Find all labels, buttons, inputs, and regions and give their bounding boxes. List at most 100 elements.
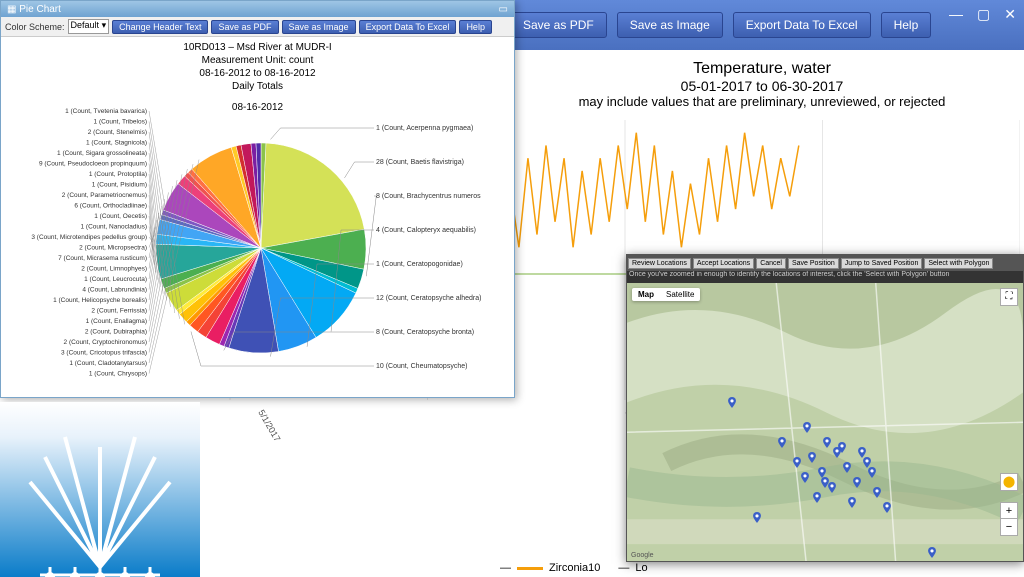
- map-canvas[interactable]: Map Satellite ⛶ ⬤ + − Google: [627, 283, 1023, 561]
- svg-text:1 (Count, Ceratopogonidae): 1 (Count, Ceratopogonidae): [376, 261, 463, 268]
- svg-text:1 (Count, Sigara grossolineata: 1 (Count, Sigara grossolineata): [57, 150, 147, 157]
- map-marker[interactable]: [801, 470, 809, 481]
- pie-chart-window: ▦ Pie Chart ▭ Color Scheme: Default ▾ Ch…: [0, 0, 515, 398]
- map-cancel-button[interactable]: Cancel: [756, 258, 786, 269]
- map-type-control[interactable]: Map Satellite: [632, 288, 700, 301]
- map-marker[interactable]: [868, 465, 876, 476]
- map-review-locations-button[interactable]: Review Locations: [628, 258, 691, 269]
- temp-daterange: 05-01-2017 to 06-30-2017: [500, 78, 1024, 94]
- map-marker[interactable]: [793, 455, 801, 466]
- svg-text:10 (Count, Cheumatopsyche): 10 (Count, Cheumatopsyche): [376, 363, 467, 370]
- map-marker[interactable]: [823, 435, 831, 446]
- map-select-with-polygon-button[interactable]: Select with Polygon: [924, 258, 993, 269]
- svg-text:3 (Count, Cricotopus trifascia: 3 (Count, Cricotopus trifascia): [61, 350, 147, 357]
- svg-text:1 (Count, Enallagma): 1 (Count, Enallagma): [86, 318, 147, 325]
- svg-text:8 (Count, Brachycentrus numero: 8 (Count, Brachycentrus numeros: [376, 193, 481, 200]
- pie-export-excel-button[interactable]: Export Data To Excel: [359, 20, 457, 34]
- zoom-control: + −: [1000, 502, 1018, 536]
- map-marker[interactable]: [778, 435, 786, 446]
- svg-text:1 (Count, Tvetenia bavarica): 1 (Count, Tvetenia bavarica): [65, 108, 147, 115]
- svg-text:28 (Count, Baetis flavistriga): 28 (Count, Baetis flavistriga): [376, 159, 464, 166]
- pegman-icon[interactable]: ⬤: [1000, 473, 1018, 491]
- pie-chart: 1 (Count, Acerpenna pygmaea) 28 (Count, B…: [1, 103, 516, 393]
- svg-text:7 (Count, Micrasema rusticum): 7 (Count, Micrasema rusticum): [58, 255, 147, 262]
- svg-text:2 (Count, Stenelmis): 2 (Count, Stenelmis): [88, 129, 147, 136]
- pie-save-image-button[interactable]: Save as Image: [282, 20, 356, 34]
- svg-text:4 (Count, Calopteryx aequabili: 4 (Count, Calopteryx aequabilis): [376, 227, 476, 234]
- map-attribution: Google: [631, 552, 654, 559]
- save-pdf-button[interactable]: Save as PDF: [510, 12, 607, 38]
- map-toolbar: Review LocationsAccept LocationsCancelSa…: [627, 255, 1023, 271]
- pie-help-button[interactable]: Help: [459, 20, 492, 34]
- close-icon[interactable]: ✕: [1004, 6, 1016, 23]
- map-marker[interactable]: [753, 510, 761, 521]
- svg-text:4 (Count, Labrundinia): 4 (Count, Labrundinia): [82, 287, 147, 294]
- change-header-button[interactable]: Change Header Text: [112, 20, 208, 34]
- map-marker[interactable]: [848, 495, 856, 506]
- minimize-icon[interactable]: ▭: [499, 4, 508, 15]
- svg-text:8 (Count, Ceratopsyche bronta): 8 (Count, Ceratopsyche bronta): [376, 329, 474, 336]
- svg-text:2 (Count, Parametriocnemus): 2 (Count, Parametriocnemus): [62, 192, 147, 199]
- zoom-out-button[interactable]: −: [1001, 519, 1017, 535]
- map-marker[interactable]: [873, 485, 881, 496]
- temp-disclaimer: may include values that are preliminary,…: [500, 94, 1024, 109]
- temp-title: Temperature, water: [500, 60, 1024, 78]
- map-marker[interactable]: [808, 450, 816, 461]
- pie-save-pdf-button[interactable]: Save as PDF: [211, 20, 278, 34]
- zoom-in-button[interactable]: +: [1001, 503, 1017, 519]
- help-button[interactable]: Help: [881, 12, 932, 38]
- svg-text:1 (Count, Helicopsyche boreali: 1 (Count, Helicopsyche borealis): [53, 297, 147, 304]
- app-logo: [0, 402, 200, 577]
- svg-text:6 (Count, Orthocladiinae): 6 (Count, Orthocladiinae): [74, 203, 147, 210]
- maximize-icon[interactable]: ▢: [977, 6, 990, 23]
- map-marker[interactable]: [828, 480, 836, 491]
- export-excel-button[interactable]: Export Data To Excel: [733, 12, 871, 38]
- svg-text:1 (Count, Leucrocuta): 1 (Count, Leucrocuta): [84, 276, 147, 283]
- svg-text:1 (Count, Acerpenna pygmaea): 1 (Count, Acerpenna pygmaea): [376, 125, 473, 132]
- svg-text:1 (Count, Tribelos): 1 (Count, Tribelos): [94, 119, 147, 126]
- temp-toolbar: Save as PDF Save as Image Export Data To…: [500, 0, 1024, 50]
- minimize-icon[interactable]: —: [949, 6, 963, 23]
- temp-legend: — Zirconia10 — Lo: [500, 562, 648, 574]
- map-marker[interactable]: [858, 445, 866, 456]
- save-image-button[interactable]: Save as Image: [617, 12, 723, 38]
- svg-text:12 (Count, Ceratopsyche alhedr: 12 (Count, Ceratopsyche alhedra): [376, 295, 481, 302]
- svg-text:2 (Count, Limnophyes): 2 (Count, Limnophyes): [81, 266, 147, 273]
- svg-text:9 (Count, Pseudocloeon propinq: 9 (Count, Pseudocloeon propinquum): [39, 161, 147, 168]
- map-marker[interactable]: [803, 420, 811, 431]
- color-scheme-select[interactable]: Default ▾: [68, 19, 110, 34]
- map-save-position-button[interactable]: Save Position: [788, 258, 839, 269]
- svg-text:2 (Count, Micropsectra): 2 (Count, Micropsectra): [79, 245, 147, 252]
- svg-text:1 (Count, Stagnicola): 1 (Count, Stagnicola): [86, 140, 147, 147]
- svg-text:1 (Count, Chrysops): 1 (Count, Chrysops): [89, 371, 147, 378]
- fullscreen-icon[interactable]: ⛶: [1000, 288, 1018, 306]
- map-hint: Once you've zoomed in enough to identify…: [627, 271, 1023, 283]
- svg-text:1 (Count, Cladotanytarsus): 1 (Count, Cladotanytarsus): [69, 360, 147, 367]
- svg-text:1 (Count, Oecetis): 1 (Count, Oecetis): [94, 213, 147, 220]
- pie-toolbar: Color Scheme: Default ▾ Change Header Te…: [1, 17, 514, 37]
- svg-text:2 (Count, Cryptochironomus): 2 (Count, Cryptochironomus): [64, 339, 147, 346]
- map-marker[interactable]: [838, 440, 846, 451]
- chart-icon: ▦: [7, 4, 16, 15]
- svg-text:1 (Count, Nanocladius): 1 (Count, Nanocladius): [81, 224, 147, 231]
- svg-text:1 (Count, Pisidium): 1 (Count, Pisidium): [92, 182, 147, 189]
- svg-text:1 (Count, Protoptila): 1 (Count, Protoptila): [89, 171, 147, 178]
- svg-text:5/1/2017: 5/1/2017: [256, 408, 282, 443]
- map-marker[interactable]: [843, 460, 851, 471]
- map-marker[interactable]: [813, 490, 821, 501]
- map-marker[interactable]: [928, 545, 936, 556]
- svg-text:2 (Count, Ferrissia): 2 (Count, Ferrissia): [91, 308, 147, 315]
- pie-titlebar[interactable]: ▦ Pie Chart ▭: [1, 1, 514, 17]
- svg-text:2 (Count, Dubiraphia): 2 (Count, Dubiraphia): [85, 329, 147, 336]
- map-marker[interactable]: [853, 475, 861, 486]
- map-type-satellite[interactable]: Satellite: [660, 288, 700, 301]
- map-marker[interactable]: [728, 395, 736, 406]
- svg-text:3 (Count, Microtendipes pedell: 3 (Count, Microtendipes pedellus group): [31, 234, 147, 241]
- map-marker[interactable]: [883, 500, 891, 511]
- map-accept-locations-button[interactable]: Accept Locations: [693, 258, 754, 269]
- map-marker[interactable]: [821, 475, 829, 486]
- color-scheme-label: Color Scheme:: [5, 22, 65, 32]
- map-jump-to-saved-position-button[interactable]: Jump to Saved Position: [841, 258, 923, 269]
- map-type-map[interactable]: Map: [632, 288, 660, 301]
- map-window: Review LocationsAccept LocationsCancelSa…: [626, 254, 1024, 562]
